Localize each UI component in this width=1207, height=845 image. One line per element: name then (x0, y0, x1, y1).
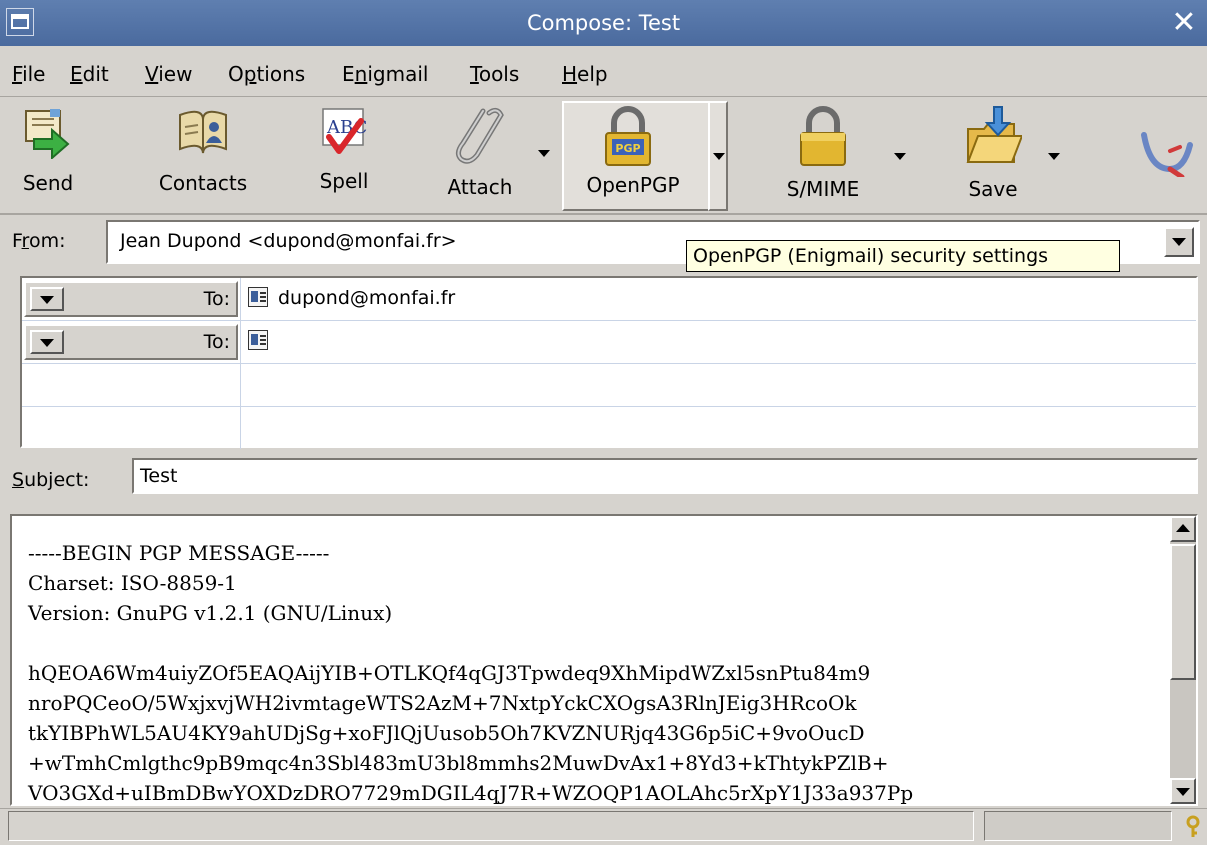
attach-button[interactable]: Attach (438, 103, 522, 209)
contacts-button[interactable]: Contacts (150, 103, 256, 209)
svg-text:PGP: PGP (615, 142, 640, 155)
send-label: Send (22, 171, 74, 195)
spell-icon: ABC (322, 108, 367, 154)
save-label: Save (968, 177, 1018, 201)
menu-edit[interactable]: Edit (70, 48, 109, 100)
save-folder-icon (966, 106, 1022, 163)
chevron-down-icon[interactable] (30, 330, 64, 354)
contacts-icon (179, 110, 227, 154)
menu-view[interactable]: View (145, 48, 192, 100)
security-key-icon (1186, 815, 1200, 837)
title-bar: Compose: Test ✕ (0, 0, 1207, 46)
send-button[interactable]: Send (12, 103, 84, 209)
recipient-type-cell: To: (22, 321, 241, 363)
menu-bar: File Edit View Options Enigmail Tools He… (0, 48, 1207, 97)
attach-label: Attach (447, 175, 513, 199)
status-progress-panel (984, 811, 1172, 841)
menu-help[interactable]: Help (562, 48, 608, 100)
close-window-button[interactable]: ✕ (1167, 6, 1201, 40)
message-body-text: -----BEGIN PGP MESSAGE----- Charset: ISO… (28, 541, 914, 805)
chevron-down-icon[interactable] (30, 287, 64, 311)
spell-button[interactable]: ABC Spell (306, 103, 382, 209)
openpgp-dropdown-button[interactable] (708, 101, 728, 211)
status-text-panel (8, 811, 974, 841)
recipient-type-cell (22, 364, 241, 406)
subject-value: Test (140, 465, 178, 487)
recipient-row-empty[interactable] (22, 364, 1196, 407)
send-icon (25, 109, 70, 159)
scroll-up-button[interactable] (1170, 516, 1196, 542)
smime-dropdown-icon[interactable] (894, 153, 906, 160)
recipient-row: To: dupond@monfai.fr (22, 278, 1196, 321)
status-bar (0, 808, 1207, 845)
arrow-down-icon (1176, 788, 1190, 796)
recipient-row: To: (22, 321, 1196, 364)
openpgp-button[interactable]: PGP OpenPGP (562, 101, 710, 211)
address-card-icon (248, 287, 268, 307)
recipient-address-input[interactable]: dupond@monfai.fr (278, 278, 455, 318)
menu-enigmail[interactable]: Enigmail (342, 48, 428, 100)
toolbar: Send Contacts ABC Spell Attach PGP OpenP… (0, 97, 1207, 215)
contacts-label: Contacts (158, 171, 248, 195)
openpgp-tooltip: OpenPGP (Enigmail) security settings (686, 240, 1120, 272)
vertical-scrollbar[interactable] (1170, 516, 1196, 804)
recipient-type-label: To: (203, 331, 230, 353)
smime-lock-icon (800, 106, 846, 166)
save-button[interactable]: Save (958, 103, 1028, 209)
paperclip-icon (455, 107, 504, 164)
message-body[interactable]: -----BEGIN PGP MESSAGE----- Charset: ISO… (10, 514, 1198, 806)
save-dropdown-icon[interactable] (1048, 153, 1060, 160)
recipient-row-empty[interactable] (22, 407, 1196, 449)
scroll-down-button[interactable] (1170, 778, 1196, 804)
window-title: Compose: Test (526, 11, 681, 35)
recipient-type-select[interactable]: To: (24, 324, 238, 360)
from-value: Jean Dupond <dupond@monfai.fr> (120, 230, 457, 252)
openpgp-label: OpenPGP (586, 173, 680, 197)
address-card-icon (248, 330, 268, 350)
openpgp-dropdown-icon (713, 153, 725, 160)
recipient-type-cell: To: (22, 278, 241, 320)
recipient-type-label: To: (203, 288, 230, 310)
subject-row: Subject: Test (0, 454, 1207, 500)
menu-tools[interactable]: Tools (470, 48, 519, 100)
recipient-address-input[interactable] (278, 321, 1178, 361)
mozilla-throbber-icon (1141, 132, 1193, 177)
subject-label: Subject: (12, 469, 90, 491)
smime-button[interactable]: S/MIME (778, 103, 868, 209)
menu-options[interactable]: Options (228, 48, 305, 100)
arrow-up-icon (1176, 524, 1190, 532)
smime-label: S/MIME (786, 177, 860, 201)
spell-label: Spell (319, 169, 369, 193)
from-dropdown-button[interactable] (1164, 227, 1194, 257)
recipient-list: To: dupond@monfai.fr To: (20, 276, 1198, 449)
menu-file[interactable]: File (12, 48, 45, 100)
scroll-thumb[interactable] (1170, 544, 1196, 680)
attach-dropdown-icon[interactable] (538, 150, 550, 157)
recipient-type-select[interactable]: To: (24, 281, 238, 317)
subject-input[interactable]: Test (132, 458, 1198, 494)
openpgp-lock-icon: PGP (605, 106, 651, 166)
recipient-type-cell (22, 407, 241, 449)
from-label: From: (12, 230, 66, 252)
